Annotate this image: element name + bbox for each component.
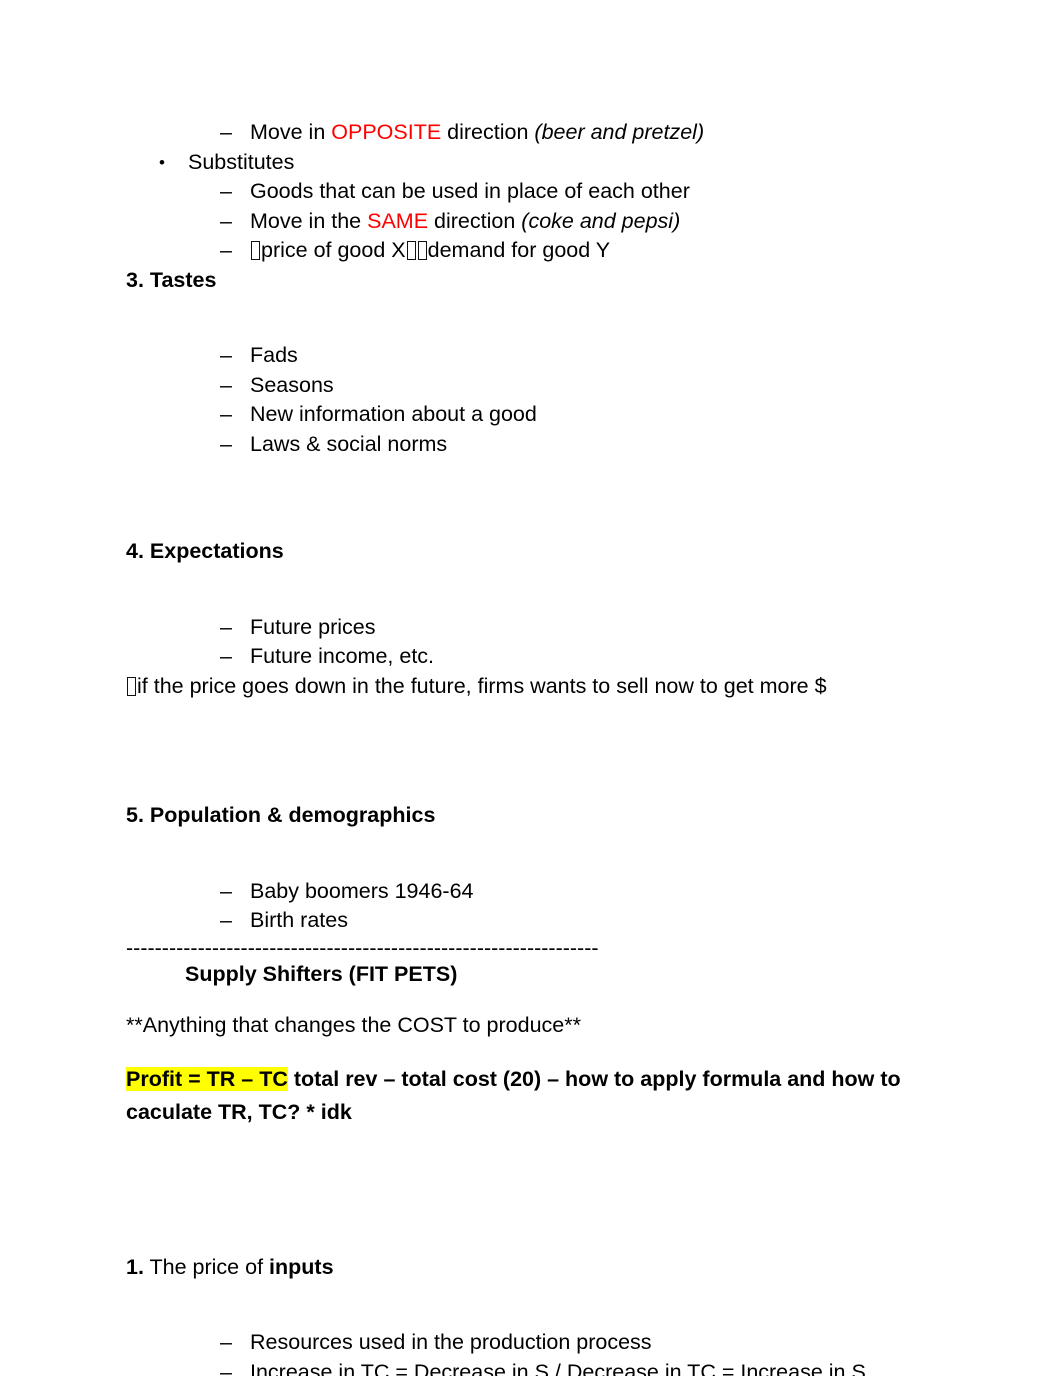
list-item: – Move in the SAME direction (coke and pe… [126,207,926,237]
dash-bullet-marker: – [220,644,232,668]
list-item-text-mid: direction [441,120,535,144]
missing-glyph-box-icon [251,241,260,260]
list-item-text-seg1: price of good X [261,238,406,262]
list-item: – Move in OPPOSITE direction (beer and pr… [126,118,926,148]
dash-bullet-marker: – [220,120,232,144]
list-item: – Future prices [126,613,926,643]
list-item-text-italic: (beer and pretzel) [534,120,705,144]
expectations-note: if the price goes down in the future, fi… [126,672,926,702]
dash-bullet-marker: – [220,908,232,932]
inputs-emphasis: inputs [269,1254,334,1279]
list-item-text: New information about a good [250,402,537,426]
profit-formula-highlight: Profit = TR – TC [126,1066,288,1091]
dash-bullet-marker: – [220,878,232,903]
profit-formula-paragraph: Profit = TR – TC total rev – total cost … [126,1063,926,1129]
document-page: – Move in OPPOSITE direction (beer and pr… [0,0,1062,1376]
list-item-substitutes: • Substitutes [126,148,926,178]
dash-bullet-marker: – [220,614,232,639]
list-item-text: Baby boomers 1946-64 [250,878,474,903]
list-item-text: Fads [250,343,298,367]
dash-bullet-marker: – [220,238,232,262]
list-item-text: Laws & social norms [250,431,448,456]
list-item-text: Birth rates [250,908,348,932]
section-divider: ----------------------------------------… [126,935,599,960]
emphasis-same: SAME [367,208,429,233]
list-item: – Goods that can be used in place of each… [126,177,926,207]
document-body: – Move in OPPOSITE direction (beer and pr… [126,118,926,1376]
dash-bullet-marker: – [220,1359,232,1376]
dash-bullet-marker: – [220,343,232,367]
inputs-lead: The price of [143,1254,270,1279]
list-item: – Future income, etc. [126,642,926,672]
dash-bullet-marker: – [220,431,232,456]
list-item: – Baby boomers 1946-64 [126,877,926,907]
list-item-text: Increase in TC = Decrease in S / Decreas… [250,1359,866,1376]
section-heading-supply-shifters: Supply Shifters (FIT PETS) [185,961,458,986]
list-item-text-mid: direction [428,208,522,233]
section-heading-population: 5. Population & demographics [126,803,436,827]
list-item-text-pre: Move in [250,120,332,144]
dash-bullet-marker: – [220,372,232,397]
section-heading-tastes: 3. Tastes [126,267,217,292]
missing-glyph-box-icon [127,676,136,696]
list-item-text-italic: (coke and pepsi) [521,208,681,233]
list-item-text: Future income, etc. [250,644,435,668]
list-item-text: Seasons [250,372,334,397]
list-item-text: Future prices [250,614,376,639]
section-heading-expectations: 4. Expectations [126,539,284,563]
list-item: – Increase in TC = Decrease in S / Decrea… [126,1358,926,1376]
supply-shifters-note: **Anything that changes the COST to prod… [126,1013,581,1037]
list-item-label: Substitutes [188,149,295,174]
round-bullet-marker: • [159,152,165,172]
expectations-note-text: if the price goes down in the future, fi… [137,673,827,698]
dash-bullet-marker: – [220,208,232,233]
emphasis-opposite: OPPOSITE [331,120,442,144]
missing-glyph-box-icon [406,241,416,260]
missing-glyph-box-icon [417,241,427,260]
list-item-text: Goods that can be used in place of each … [250,179,690,203]
list-item: – Seasons [126,371,926,401]
list-item: – Fads [126,341,926,371]
list-item-text-pre: Move in the [250,208,368,233]
dash-bullet-marker: – [220,1330,232,1354]
list-item: – Laws & social norms [126,430,926,460]
list-item: – New information about a good [126,400,926,430]
list-item: – price of good X demand for good Y [126,236,926,266]
list-item-text-seg2: demand for good Y [427,238,611,262]
list-item: – Resources used in the production proces… [126,1328,926,1358]
dash-bullet-marker: – [220,179,232,203]
list-item-text: Resources used in the production process [250,1330,652,1354]
section-heading-inputs: 1. The price of inputs [126,1253,926,1283]
dash-bullet-marker: – [220,402,232,426]
inputs-number: 1. [126,1254,144,1279]
list-item: – Birth rates [126,906,926,936]
